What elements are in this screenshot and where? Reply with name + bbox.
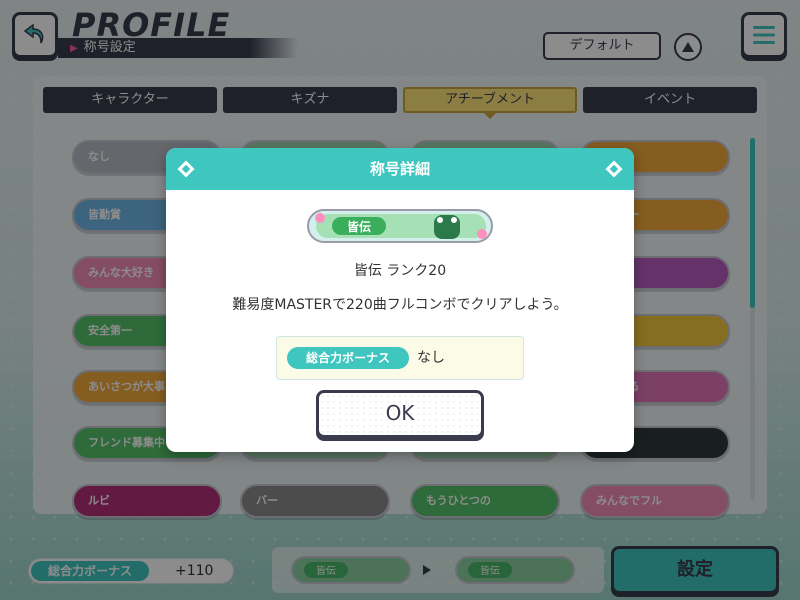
ok-button[interactable]: OK — [316, 390, 484, 438]
modal-header: 称号詳細 — [166, 148, 634, 190]
bonus-label: 総合力ボーナス — [287, 347, 409, 369]
bonus-box: 総合力ボーナス なし — [276, 336, 524, 380]
badge-label: 皆伝 — [347, 219, 371, 234]
modal-title: 称号詳細 — [369, 160, 430, 178]
diamond-icon — [605, 160, 623, 178]
title-description: 難易度MASTERで220曲フルコンボでクリアしよう。 — [232, 297, 568, 313]
title-name: 皆伝 ランク20 — [353, 263, 447, 279]
bonus-value: なし — [417, 350, 445, 366]
frog-icon — [434, 215, 460, 239]
title-detail-modal: 称号詳細 皆伝 皆伝 ランク20 難易度MASTERで220曲フルコンボでクリア… — [166, 148, 634, 452]
diamond-icon — [177, 160, 195, 178]
title-badge: 皆伝 — [307, 209, 493, 243]
